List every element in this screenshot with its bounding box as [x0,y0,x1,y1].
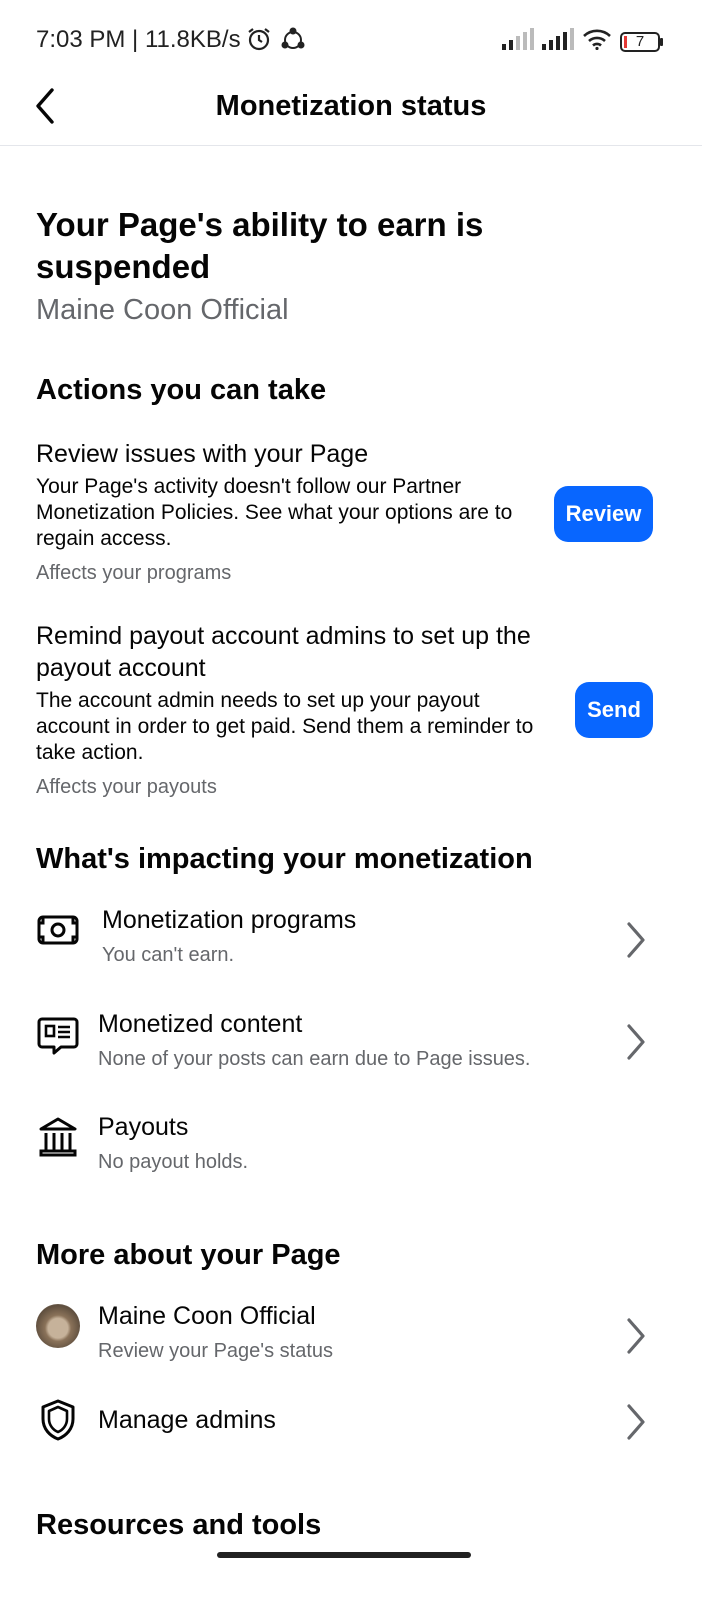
list-item-monetization-programs[interactable]: Monetization programs You can't earn. [36,906,668,978]
actions-section-title: Actions you can take [36,374,327,406]
bank-icon [36,1115,80,1159]
row-subtitle: None of your posts can earn due to Page … [98,1048,531,1070]
chevron-right-icon [626,1402,650,1442]
resources-section-title: Resources and tools [36,1509,322,1541]
list-item-payouts: Payouts No payout holds. [36,1113,668,1185]
status-time: 7:03 PM | 11.8KB/s [36,26,241,53]
page-name: Maine Coon Official [36,294,289,326]
row-title: Maine Coon Official [98,1302,316,1330]
battery-level: 7 [635,32,645,50]
row-title: Monetization programs [102,906,357,934]
action-meta: Affects your payouts [36,776,217,798]
action-body: Your Page's activity doesn't follow our … [36,475,513,550]
chevron-right-icon [626,920,650,960]
action-title: Review issues with your Page [36,440,369,468]
row-subtitle: No payout holds. [98,1151,249,1173]
action-meta: Affects your programs [36,562,232,584]
review-button[interactable]: Review [554,486,653,542]
chevron-right-icon [626,1316,650,1356]
row-title: Monetized content [98,1010,303,1038]
list-item-page-status[interactable]: Maine Coon Official Review your Page's s… [36,1302,668,1374]
wifi-icon [582,28,612,55]
impact-section-title: What's impacting your monetization [36,843,533,875]
suspension-heading: Your Page's ability to earn is suspended [36,206,484,285]
chevron-right-icon [626,1022,650,1062]
row-title: Payouts [98,1113,189,1141]
content-icon [36,1014,80,1058]
money-icon [36,908,80,952]
row-subtitle: You can't earn. [102,944,235,966]
action-title: Remind payout account admins to set up t… [36,622,531,682]
action-remind-admins: Remind payout account admins to set up t… [36,620,668,799]
home-indicator[interactable] [217,1552,471,1558]
avatar [36,1304,80,1348]
battery-icon: 7 [620,31,664,53]
send-button[interactable]: Send [575,682,653,738]
list-item-monetized-content[interactable]: Monetized content None of your posts can… [36,1010,668,1082]
list-item-manage-admins[interactable]: Manage admins [36,1398,668,1448]
signal-icon [542,28,574,55]
shield-icon [36,1398,80,1442]
app-bar: Monetization status [0,86,702,146]
row-title: Manage admins [98,1406,276,1434]
sync-icon [280,26,306,57]
status-bar: 7:03 PM | 11.8KB/s 7 [0,0,702,86]
action-body: The account admin needs to set up your p… [36,689,534,764]
alarm-icon [246,26,272,57]
page-title: Monetization status [215,90,487,122]
signal-icon [502,28,534,55]
row-subtitle: Review your Page's status [98,1340,334,1362]
more-section-title: More about your Page [36,1239,341,1271]
